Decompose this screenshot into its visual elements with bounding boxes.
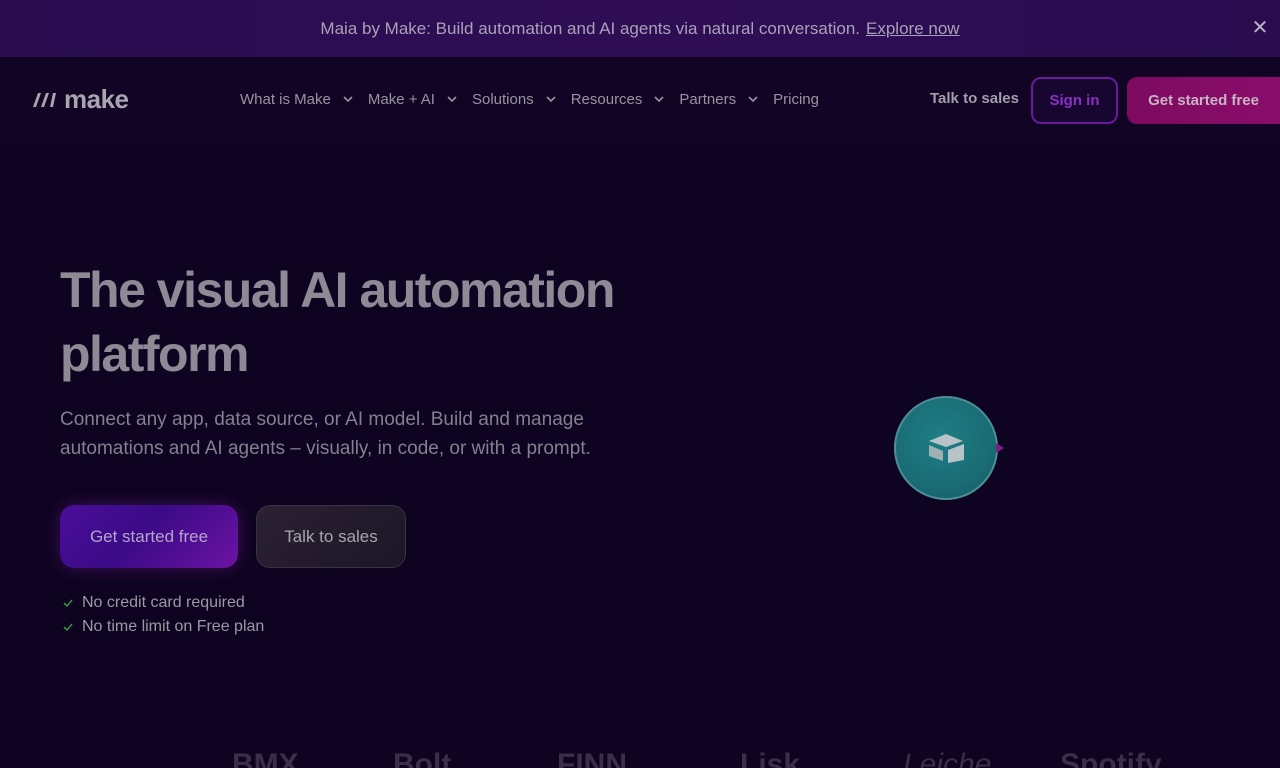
hero-title: The visual AI automation platform bbox=[60, 262, 615, 382]
airtable-icon bbox=[929, 434, 964, 463]
brand-logo: Bolt bbox=[393, 748, 452, 768]
nav-make-ai[interactable]: Make + AI bbox=[368, 88, 457, 110]
nav-label: Solutions bbox=[471, 90, 534, 108]
hero-subtitle: Connect any app, data source, or AI mode… bbox=[60, 409, 591, 459]
nav-label: What is Make bbox=[240, 90, 331, 108]
brand-logo: FINN bbox=[557, 748, 627, 768]
close-icon[interactable]: ✕ bbox=[1250, 17, 1270, 39]
get-started-header-button[interactable]: Get started free bbox=[1127, 77, 1280, 124]
nav-what-is-make[interactable]: What is Make bbox=[240, 88, 353, 110]
brand-logo: Leiche bbox=[903, 748, 992, 768]
explore-now-link[interactable]: Explore now bbox=[866, 19, 960, 39]
nav-resources[interactable]: Resources bbox=[571, 88, 665, 110]
app-bubble bbox=[894, 396, 998, 500]
main-nav: What is Make Make + AI Solutions Resourc… bbox=[240, 88, 834, 110]
sign-in-button[interactable]: Sign in bbox=[1031, 77, 1118, 124]
talk-to-sales-link[interactable]: Talk to sales bbox=[930, 90, 1019, 107]
benefit-item: No credit card required bbox=[62, 591, 264, 615]
announcement-banner: Maia by Make: Build automation and AI ag… bbox=[0, 0, 1280, 57]
nav-solutions[interactable]: Solutions bbox=[472, 88, 556, 110]
chevron-down-icon bbox=[343, 94, 353, 104]
nav-pricing[interactable]: Pricing bbox=[773, 88, 819, 110]
brand-logo: Lisk bbox=[740, 748, 801, 768]
nav-label: Make + AI bbox=[367, 90, 435, 108]
nav-label: Pricing bbox=[773, 90, 819, 108]
benefit-list: No credit card required No time limit on… bbox=[62, 591, 264, 639]
benefit-text: No time limit on Free plan bbox=[82, 618, 265, 635]
chevron-down-icon bbox=[447, 94, 457, 104]
site-header: make What is Make Make + AI Solutions Re… bbox=[0, 57, 1280, 143]
benefit-text: No credit card required bbox=[82, 594, 245, 611]
chevron-down-icon bbox=[654, 94, 664, 104]
check-icon bbox=[62, 621, 74, 633]
logo-wordmark: make bbox=[64, 83, 129, 114]
chevron-down-icon bbox=[546, 94, 556, 104]
nav-label: Resources bbox=[570, 90, 643, 108]
customer-logo-strip: BMX Bolt FINN Lisk Leiche Spotify bbox=[0, 740, 1280, 768]
get-started-free-button[interactable]: Get started free bbox=[60, 505, 238, 568]
talk-to-sales-button[interactable]: Talk to sales bbox=[256, 505, 406, 568]
make-logo-icon bbox=[33, 93, 56, 107]
nav-partners[interactable]: Partners bbox=[679, 88, 758, 110]
pointer-arrow-icon bbox=[996, 443, 1004, 453]
benefit-item: No time limit on Free plan bbox=[62, 615, 264, 639]
check-icon bbox=[62, 597, 74, 609]
banner-message: Maia by Make: Build automation and AI ag… bbox=[320, 18, 861, 38]
brand-logo: Spotify bbox=[1060, 748, 1162, 768]
chevron-down-icon bbox=[748, 94, 758, 104]
brand-logo: BMX bbox=[232, 748, 299, 768]
nav-label: Partners bbox=[679, 90, 737, 108]
make-logo[interactable]: make bbox=[32, 83, 129, 114]
